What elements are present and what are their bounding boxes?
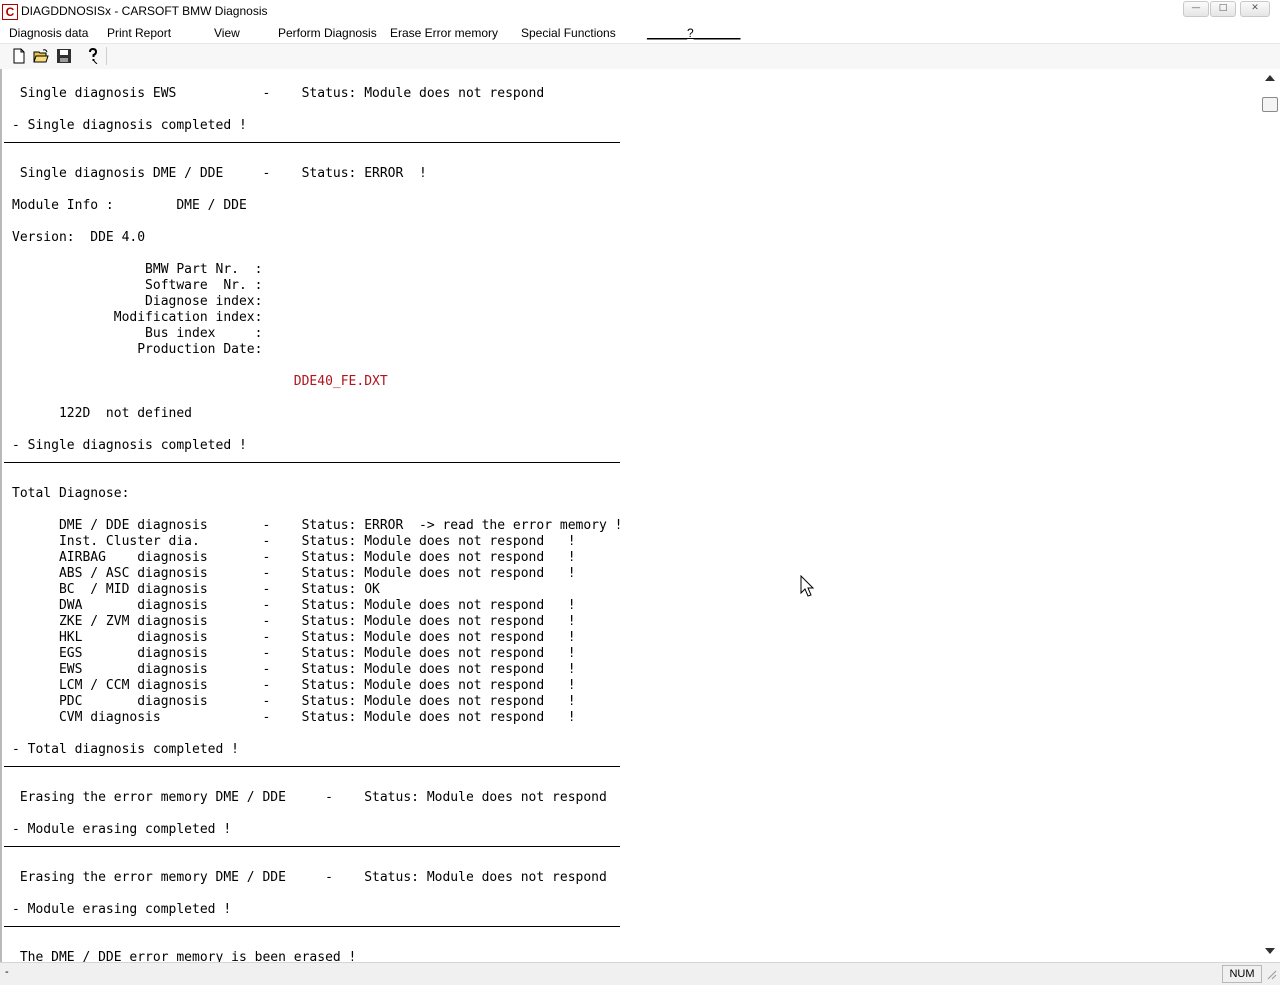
report-line: The DME / DDE error memory is been erase… <box>12 950 357 962</box>
help-icon[interactable] <box>85 47 101 65</box>
section-divider <box>3 838 622 854</box>
report-line: Erasing the error memory DME / DDE - Sta… <box>12 870 607 885</box>
report-line: Total Diagnose: <box>12 486 130 501</box>
toolbar <box>0 43 1280 70</box>
close-button[interactable]: ✕ <box>1240 1 1270 17</box>
scroll-down-icon[interactable] <box>1265 947 1275 955</box>
section-divider <box>3 454 622 470</box>
report-line <box>12 390 622 406</box>
report-line <box>12 182 622 198</box>
close-icon: ✕ <box>1251 3 1259 13</box>
report-line <box>12 150 622 166</box>
report-line <box>12 726 622 742</box>
report-line: EWS diagnosis - Status: Module does not … <box>12 662 576 677</box>
num-lock-indicator: NUM <box>1222 965 1262 983</box>
report-line <box>12 886 622 902</box>
status-bar: - NUM <box>0 962 1280 985</box>
report-line: - Single diagnosis completed ! <box>12 438 247 453</box>
report-line: Diagnose index: <box>12 294 263 309</box>
report-view[interactable]: Single diagnosis EWS - Status: Module do… <box>0 69 1263 962</box>
menu-diagnosis-data[interactable]: Diagnosis data <box>9 26 88 40</box>
report-line: ZKE / ZVM diagnosis - Status: Module doe… <box>12 614 576 629</box>
resize-grip-icon[interactable] <box>1262 965 1278 983</box>
report-line: CVM diagnosis - Status: Module does not … <box>12 710 576 725</box>
report-line <box>12 214 622 230</box>
report-line: Version: DDE 4.0 <box>12 230 146 245</box>
scroll-thumb[interactable] <box>1262 97 1278 112</box>
report-line <box>12 470 622 486</box>
report-line <box>12 102 622 118</box>
window-title: DIAGDDNOSISx - CARSOFT BMW Diagnosis <box>21 4 268 18</box>
maximize-icon: □ <box>1218 3 1228 13</box>
report-line <box>12 246 622 262</box>
report-line: Bus index : <box>12 326 263 341</box>
report-line <box>12 774 622 790</box>
report-line: Single diagnosis EWS - Status: Module do… <box>12 86 545 101</box>
report-line <box>12 502 622 518</box>
report-line: AIRBAG diagnosis - Status: Module does n… <box>12 550 576 565</box>
section-divider <box>3 134 622 150</box>
report-line: EGS diagnosis - Status: Module does not … <box>12 646 576 661</box>
minimize-icon: — <box>1191 3 1201 13</box>
report-line: Erasing the error memory DME / DDE - Sta… <box>12 790 607 805</box>
report-line <box>12 806 622 822</box>
report-line: ABS / ASC diagnosis - Status: Module doe… <box>12 566 576 581</box>
menu-bar: Diagnosis data Print Report View Perform… <box>0 24 1280 43</box>
report-line <box>12 358 622 374</box>
report-line: 122D not defined <box>12 406 193 421</box>
report-line: PDC diagnosis - Status: Module does not … <box>12 694 576 709</box>
minimize-button[interactable]: — <box>1183 1 1209 17</box>
report-line: DME / DDE diagnosis - Status: ERROR -> r… <box>12 518 623 533</box>
report-line: - Total diagnosis completed ! <box>12 742 239 757</box>
report-line: Software Nr. : <box>12 278 263 293</box>
report-line: Single diagnosis DME / DDE - Status: ERR… <box>12 166 427 181</box>
report-line: Module Info : DME / DDE <box>12 198 247 213</box>
mouse-cursor-icon <box>800 575 815 597</box>
report-line <box>12 854 622 870</box>
menu-perform-diagnosis[interactable]: Perform Diagnosis <box>278 26 377 40</box>
menu-print-report[interactable]: Print Report <box>107 26 171 40</box>
app-icon: C <box>2 4 18 20</box>
menu-special-functions[interactable]: Special Functions <box>521 26 616 40</box>
toolbar-separator <box>106 47 107 65</box>
report-line: - Single diagnosis completed ! <box>12 118 247 133</box>
report-line: BMW Part Nr. : <box>12 262 263 277</box>
menu-erase-error-memory[interactable]: Erase Error memory <box>390 26 498 40</box>
report-line: BC / MID diagnosis - Status: OK <box>12 582 380 597</box>
save-disk-icon[interactable] <box>56 48 72 64</box>
diagnosis-report: Single diagnosis EWS - Status: Module do… <box>3 86 623 962</box>
vertical-scrollbar[interactable] <box>1261 69 1280 962</box>
menu-help[interactable]: ______?_______ <box>647 26 740 40</box>
report-line: - Module erasing completed ! <box>12 902 232 917</box>
status-text: - <box>5 966 9 978</box>
report-line: Inst. Cluster dia. - Status: Module does… <box>12 534 576 549</box>
title-bar[interactable]: C DIAGDDNOSISx - CARSOFT BMW Diagnosis —… <box>0 0 1280 25</box>
report-line <box>12 934 622 950</box>
maximize-button[interactable]: □ <box>1210 1 1236 17</box>
report-line: DWA diagnosis - Status: Module does not … <box>12 598 576 613</box>
report-line: LCM / CCM diagnosis - Status: Module doe… <box>12 678 576 693</box>
scroll-up-icon[interactable] <box>1265 74 1275 82</box>
section-divider <box>3 918 622 934</box>
report-line: Modification index: <box>12 310 263 325</box>
report-line: HKL diagnosis - Status: Module does not … <box>12 630 576 645</box>
menu-view[interactable]: View <box>214 26 240 40</box>
report-line: - Module erasing completed ! <box>12 822 232 837</box>
report-line <box>12 422 622 438</box>
section-divider <box>3 758 622 774</box>
dxt-file-link: DDE40_FE.DXT <box>12 374 388 389</box>
open-folder-icon[interactable] <box>33 48 49 64</box>
report-line: Production Date: <box>12 342 263 357</box>
new-file-icon[interactable] <box>11 48 27 64</box>
